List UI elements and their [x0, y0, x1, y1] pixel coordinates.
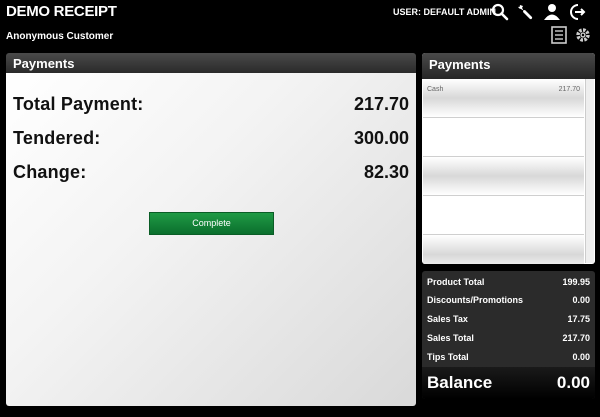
payments-list-title: Payments [422, 53, 595, 79]
balance-row: Balance 0.00 [422, 367, 595, 399]
app-title: DEMO RECEIPT [6, 3, 117, 20]
payments-list-panel: Payments Cash 217.70 [422, 53, 595, 264]
wrench-icon[interactable] [517, 3, 535, 21]
gear-icon[interactable] [574, 26, 592, 44]
user-icon[interactable] [543, 3, 561, 21]
tips-total-value: 0.00 [572, 352, 590, 362]
tendered-label: Tendered: [13, 128, 101, 148]
total-payment-label: Total Payment: [13, 94, 144, 114]
user-label: USER: DEFAULT ADMIN [393, 7, 496, 17]
list-item[interactable]: Cash 217.70 [423, 79, 584, 118]
sales-tax-row: Sales Tax 17.75 [427, 314, 590, 328]
product-total-value: 199.95 [562, 277, 590, 287]
totals-panel: Product Total 199.95 Discounts/Promotion… [422, 271, 595, 399]
receipt-list-icon[interactable] [550, 26, 568, 44]
payment-amount: 217.70 [558, 86, 580, 93]
sales-tax-value: 17.75 [567, 314, 590, 324]
balance-label: Balance [427, 373, 493, 392]
payment-method-name: Cash [427, 86, 444, 93]
payments-list: Cash 217.70 [423, 79, 584, 264]
list-item[interactable] [423, 157, 584, 196]
tendered-value: 300.00 [353, 128, 409, 148]
change-row: Change: 82.30 [13, 162, 409, 186]
change-value: 82.30 [363, 162, 409, 182]
payments-list-scrollbar[interactable] [585, 79, 594, 263]
discounts-value: 0.00 [572, 295, 590, 305]
sales-total-label: Sales Total [427, 333, 474, 343]
search-icon[interactable] [491, 3, 509, 21]
discounts-label: Discounts/Promotions [427, 295, 524, 305]
change-label: Change: [13, 162, 87, 182]
sales-tax-label: Sales Tax [427, 314, 468, 324]
complete-button[interactable]: Complete [149, 212, 274, 235]
list-item[interactable] [423, 235, 584, 264]
payment-summary-panel: Payments Total Payment: 217.70 Tendered:… [6, 53, 416, 406]
sales-total-row: Sales Total 217.70 [427, 333, 590, 347]
list-item[interactable] [423, 118, 584, 157]
total-payment-value: 217.70 [353, 94, 409, 114]
tips-total-label: Tips Total [427, 352, 469, 362]
tendered-row: Tendered: 300.00 [13, 128, 409, 152]
discounts-row: Discounts/Promotions 0.00 [427, 295, 590, 309]
payment-summary-title: Payments [6, 53, 416, 73]
product-total-row: Product Total 199.95 [427, 277, 590, 291]
customer-name[interactable]: Anonymous Customer [6, 31, 113, 42]
tips-total-row: Tips Total 0.00 [427, 352, 590, 366]
total-payment-row: Total Payment: 217.70 [13, 94, 409, 118]
logout-icon[interactable] [569, 3, 587, 21]
product-total-label: Product Total [427, 277, 485, 287]
list-item[interactable] [423, 196, 584, 235]
payment-summary-body: Total Payment: 217.70 Tendered: 300.00 C… [6, 73, 416, 406]
sales-total-value: 217.70 [562, 333, 590, 343]
balance-value: 0.00 [556, 373, 590, 392]
